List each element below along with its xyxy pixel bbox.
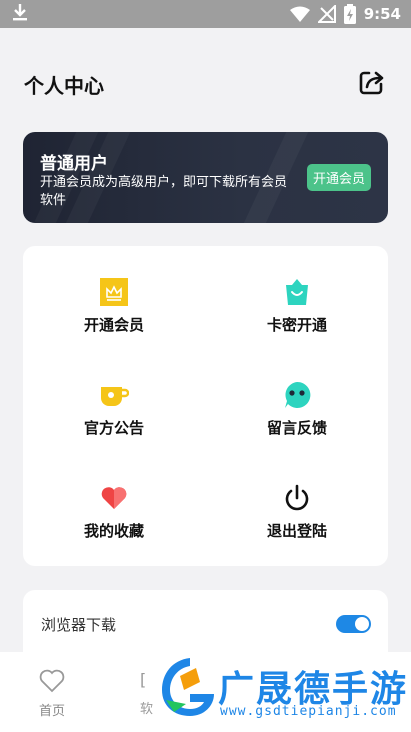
- open-vip-button[interactable]: 开通会员: [307, 164, 371, 191]
- menu-item-favorites[interactable]: 我的收藏: [23, 482, 205, 582]
- toggle-knob: [355, 617, 369, 631]
- heart-icon: [98, 482, 130, 514]
- battery-charging-icon: [343, 4, 356, 24]
- nav-item-partial-label: 软: [140, 702, 154, 717]
- menu-item-label: 卡密开通: [266, 316, 327, 334]
- shopping-bag-icon: [281, 276, 313, 308]
- nav-home-label: 首页: [38, 704, 65, 719]
- menu-item-label: 官方公告: [83, 419, 144, 437]
- crown-icon: [98, 276, 130, 308]
- share-icon: [358, 68, 386, 100]
- menu-item-label: 留言反馈: [266, 419, 327, 437]
- menu-item-logout[interactable]: 退出登陆: [206, 482, 388, 582]
- signal-icon: [317, 5, 336, 23]
- power-icon: [281, 482, 313, 514]
- menu-item-label: 开通会员: [83, 316, 144, 334]
- menu-item-card-activate[interactable]: 卡密开通: [206, 276, 388, 376]
- wifi-icon: [289, 6, 310, 22]
- settings-card: 浏览器下载: [23, 590, 388, 660]
- browser-download-toggle[interactable]: [336, 615, 371, 633]
- nav-home[interactable]: 首页: [30, 668, 74, 719]
- menu-item-label: 我的收藏: [83, 522, 144, 540]
- user-type-label: 普通用户: [40, 154, 108, 174]
- nav-item-partial-icon[interactable]: [: [140, 670, 146, 689]
- browser-download-label: 浏览器下载: [41, 616, 117, 634]
- vip-banner: 普通用户 开通会员成为高级用户，即可下载所有会员软件 开通会员: [23, 132, 388, 223]
- menu-card: 开通会员 卡密开通 官方公告 留言反馈 我的收藏 退出登陆: [23, 246, 388, 566]
- menu-item-feedback[interactable]: 留言反馈: [206, 379, 388, 479]
- share-button[interactable]: [357, 69, 387, 99]
- menu-item-announcement[interactable]: 官方公告: [23, 379, 205, 479]
- heart-outline-icon: [38, 668, 66, 698]
- menu-item-open-vip[interactable]: 开通会员: [23, 276, 205, 376]
- watermark-url: www.gsdtiepianji.com: [220, 704, 397, 719]
- download-icon: [12, 3, 28, 25]
- vip-description: 开通会员成为高级用户，即可下载所有会员软件: [40, 175, 288, 208]
- watermark: 广晟德手游 www.gsdtiepianji.com: [158, 656, 411, 722]
- status-time: 9:54: [363, 5, 401, 23]
- page-header: 个人中心: [0, 62, 411, 106]
- chat-face-icon: [281, 379, 313, 411]
- page-title: 个人中心: [24, 73, 104, 98]
- menu-item-label: 退出登陆: [266, 522, 327, 540]
- status-bar: 9:54: [0, 0, 411, 28]
- mug-icon: [98, 379, 130, 411]
- watermark-logo: [160, 656, 216, 722]
